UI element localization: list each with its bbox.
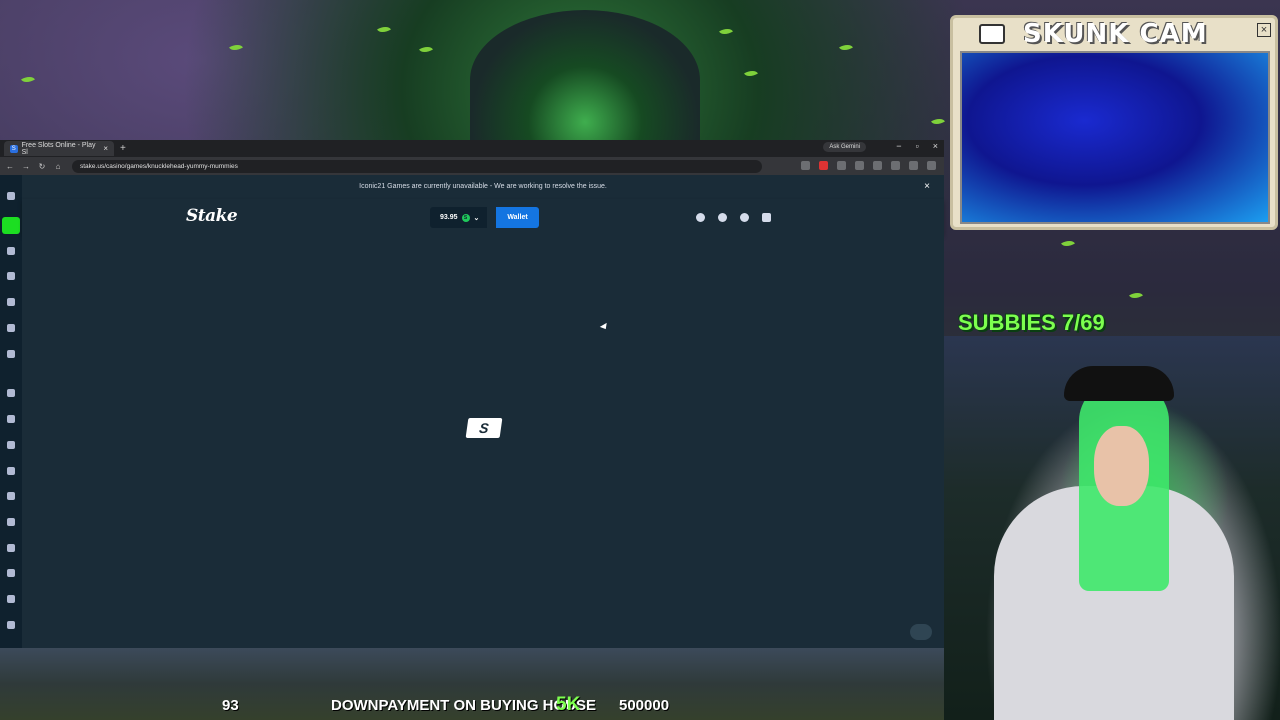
leaf-decoration [719,25,733,38]
leaf-decoration [377,23,391,36]
sidebar-item-icon[interactable] [7,389,15,397]
ticker-target: 500000 [619,697,670,714]
sidebar-item-icon[interactable] [7,441,15,449]
sidebar-item-icon[interactable] [7,247,15,255]
cup-icon [979,24,1005,44]
sidebar-item-icon[interactable] [7,595,15,603]
address-bar-row: ← → ↻ ⌂ stake.us/casino/games/knucklehea… [0,157,944,175]
extension-icon[interactable] [855,161,864,170]
menu-icon[interactable] [7,192,15,200]
window-controls: − ▫ × [896,141,938,151]
notice-text: Iconic21 Games are currently unavailable… [359,183,607,190]
stake-header: Stake 93.95 S ⌄ Wallet [22,199,944,235]
notice-close-button[interactable]: × [924,175,930,199]
bottom-ticker: 93 DOWNPAYMENT ON BUYING HOUSE 5K 500000 [0,648,944,720]
sidebar-item-icon[interactable] [7,518,15,526]
live-support-button[interactable] [910,624,932,640]
my-bets-icon[interactable] [7,350,15,358]
user-icon[interactable] [718,213,727,222]
wallet-button[interactable]: Wallet [496,207,539,228]
leaf-decoration [229,41,243,54]
balance-amount: 93.95 [440,214,458,221]
new-tab-button[interactable]: + [120,143,126,154]
challenges-icon[interactable] [7,324,15,332]
search-icon[interactable] [696,213,705,222]
url-field[interactable]: stake.us/casino/games/knucklehead-yummy-… [72,159,762,173]
game-content-area: S [22,235,944,648]
ticker-count: 93 [222,697,239,714]
puzzle-icon[interactable] [873,161,882,170]
subscriber-goal: SUBBIES 7/69 [958,310,1105,335]
bookmark-star-icon[interactable] [801,161,810,170]
leaf-decoration [839,41,853,54]
bell-icon[interactable] [740,213,749,222]
leaf-decoration [744,67,758,80]
tab-close-button[interactable]: × [103,144,108,153]
favourites-icon[interactable] [7,272,15,280]
home-icon[interactable]: ⌂ [52,162,64,171]
minimize-button[interactable]: − [896,141,901,151]
casino-icon[interactable] [2,217,20,234]
notice-banner: Iconic21 Games are currently unavailable… [22,175,944,199]
skunk-cam-panel: SKUNK CAM × [950,15,1278,230]
extension-icon[interactable] [837,161,846,170]
skunk-cam-feed [960,51,1270,224]
ask-gemini-button[interactable]: Ask Gemini [823,142,866,152]
leaf-decoration [21,73,35,86]
sidebar-toggle-icon[interactable] [891,161,900,170]
profile-icon[interactable] [909,161,918,170]
support-headset-icon[interactable] [7,492,15,500]
sidebar-item-icon[interactable] [7,415,15,423]
browser-tab[interactable]: S Free Slots Online - Play Sl × [4,141,114,156]
stake-favicon-icon: S [10,144,18,153]
streamer-face [1094,426,1149,506]
extension-icons [801,161,936,170]
stream-scene: S Free Slots Online - Play Sl × + Ask Ge… [0,0,1280,720]
sidebar-item-icon[interactable] [7,467,15,475]
chevron-down-icon: ⌄ [473,214,480,222]
sidebar-item-icon[interactable] [7,569,15,577]
sidebar-item-icon[interactable] [7,544,15,552]
stake-logo[interactable]: Stake [186,206,238,226]
cam-close-icon: × [1257,23,1271,37]
stake-loader-logo: S [465,418,503,438]
recent-icon[interactable] [7,298,15,306]
extension-icon[interactable] [819,161,828,170]
ticker-highlight: 5K [556,694,581,715]
balance-selector[interactable]: 93.95 S ⌄ [430,207,488,228]
mouse-cursor-icon [599,322,610,332]
url-text: stake.us/casino/games/knucklehead-yummy-… [80,162,238,170]
leaf-decoration [1129,289,1143,302]
streamer-hat [1064,366,1174,401]
grid-icon[interactable] [7,621,15,629]
tab-title: Free Slots Online - Play Sl [21,141,96,156]
tab-bar: S Free Slots Online - Play Sl × + Ask Ge… [0,140,944,157]
leaf-decoration [931,115,945,128]
stake-sidebar [0,175,22,648]
header-icons [696,213,771,222]
leaf-decoration [419,43,433,56]
back-arrow-icon[interactable]: ← [4,162,16,171]
reload-icon[interactable]: ↻ [36,162,48,171]
sweeps-coin-icon: S [461,213,470,222]
leaf-decoration [1061,237,1075,250]
forward-arrow-icon[interactable]: → [20,162,32,171]
cam-title: SKUNK CAM [1023,19,1208,49]
streamer-webcam [944,336,1280,720]
chat-icon[interactable] [762,213,771,222]
cave-arch-decoration [470,10,700,150]
close-window-button[interactable]: × [933,141,938,151]
menu-dots-icon[interactable] [927,161,936,170]
restore-button[interactable]: ▫ [916,141,919,151]
browser-window: S Free Slots Online - Play Sl × + Ask Ge… [0,140,944,648]
